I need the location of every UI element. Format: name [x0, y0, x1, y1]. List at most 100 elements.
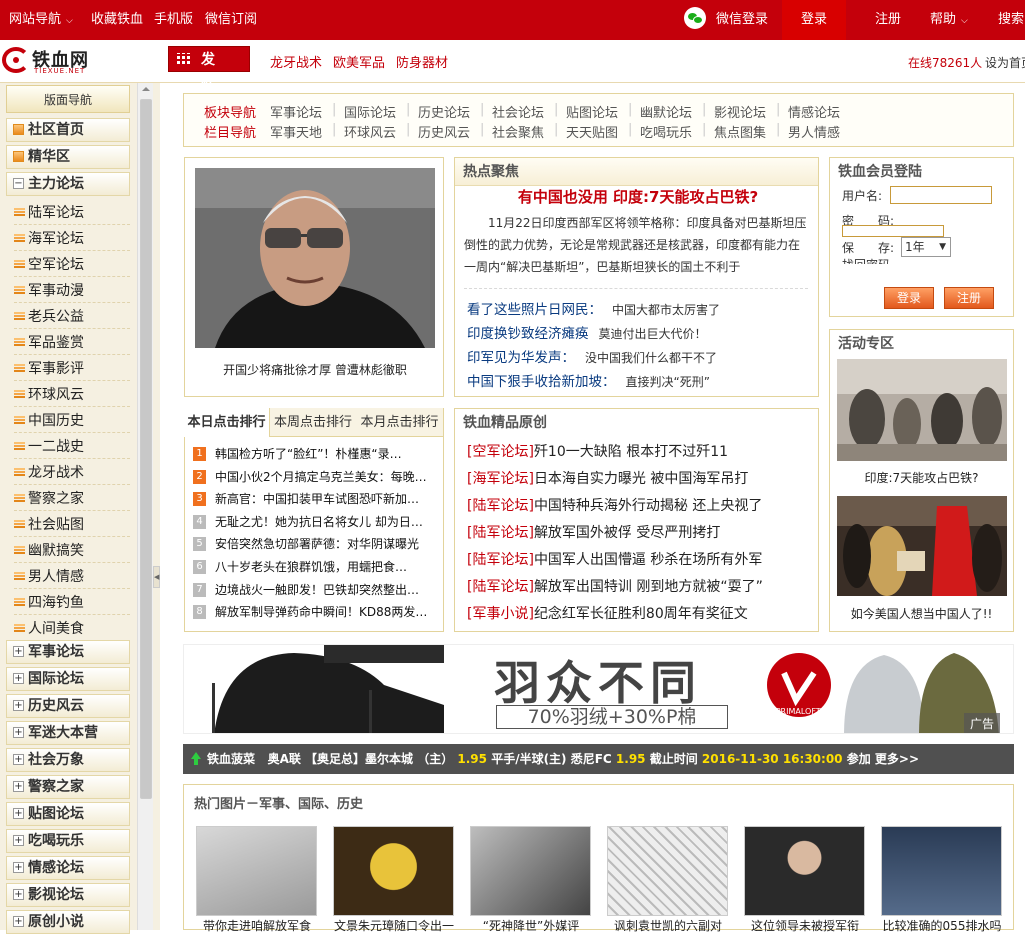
- pic-thumb-1[interactable]: [196, 826, 317, 916]
- rank-title[interactable]: 解放军制导弹药命中瞬间！KD88两发…: [215, 605, 427, 619]
- nav-link[interactable]: 情感论坛: [788, 102, 840, 121]
- sidebar-item[interactable]: 社区首页: [6, 118, 130, 142]
- rank-item[interactable]: 5 安倍突然急切部署萨德：对华阴谋曝光: [193, 534, 433, 554]
- nav-link[interactable]: 环球风云: [344, 122, 396, 141]
- sidebar-subitem[interactable]: 中国历史: [14, 409, 130, 433]
- hot-link-title[interactable]: 印军见为华发声：: [467, 350, 575, 366]
- rank-title[interactable]: 安倍突然急切部署萨德：对华阴谋曝光: [215, 537, 419, 551]
- pic-caption[interactable]: 文景朱元璋随口令出一: [329, 917, 459, 934]
- original-item[interactable]: [陆军论坛]解放军出国特训 刚到地方就被“耍了”: [467, 576, 763, 596]
- rank-item[interactable]: 1 韩国检方听了“脸红”！朴槿惠“录…: [193, 444, 433, 464]
- bookmark-link[interactable]: 收藏铁血: [91, 0, 143, 40]
- feature-photo-caption[interactable]: 开国少将痛批徐才厚 曾遭林彪徹职: [185, 361, 445, 378]
- pic-thumb-3[interactable]: [470, 826, 591, 916]
- pic-thumb-5[interactable]: [744, 826, 865, 916]
- original-tag[interactable]: [海军论坛]: [467, 471, 534, 487]
- sidebar-subitem[interactable]: 军品鉴赏: [14, 331, 130, 355]
- pic-caption[interactable]: 比较准确的055排水吗: [877, 917, 1007, 934]
- rank-item[interactable]: 8 解放军制导弹药命中瞬间！KD88两发…: [193, 602, 433, 622]
- sidebar-subitem[interactable]: 一二战史: [14, 435, 130, 459]
- nav-link[interactable]: 社会论坛: [492, 102, 544, 121]
- rank-item[interactable]: 2 中国小伙2个月搞定乌克兰美女：每晚…: [193, 467, 433, 487]
- original-title[interactable]: 中国军人出国懵逼 秒杀在场所有外军: [534, 552, 762, 568]
- sidebar-subitem[interactable]: 人间美食: [14, 617, 130, 641]
- member-register-button[interactable]: 注册: [944, 287, 994, 309]
- ticker-more-link[interactable]: 更多>>: [875, 752, 919, 766]
- original-tag[interactable]: [陆军论坛]: [467, 579, 534, 595]
- activity-photo-2[interactable]: [837, 496, 1007, 596]
- nav-link[interactable]: 社会聚焦: [492, 122, 544, 141]
- original-title[interactable]: 中国特种兵海外行动揭秘 还上央视了: [534, 498, 762, 514]
- original-tag[interactable]: [陆军论坛]: [467, 525, 534, 541]
- mobile-link[interactable]: 手机版: [154, 0, 193, 40]
- nav-link[interactable]: 国际论坛: [344, 102, 396, 121]
- sidebar-subitem[interactable]: 海军论坛: [14, 227, 130, 251]
- sidebar-item[interactable]: + 社会万象: [6, 748, 130, 772]
- rank-item[interactable]: 7 边境战火一触即发！巴铁却突然整出…: [193, 580, 433, 600]
- original-title[interactable]: 解放军出国特训 刚到地方就被“耍了”: [534, 579, 763, 595]
- sidebar-subitem[interactable]: 警察之家: [14, 487, 130, 511]
- sidebar-scrollbar[interactable]: [137, 83, 153, 930]
- original-title[interactable]: 解放军国外被俘 受尽严刑拷打: [534, 525, 720, 541]
- nav-link[interactable]: 男人情感: [788, 122, 840, 141]
- wechat-login-button[interactable]: 微信登录: [684, 0, 768, 40]
- tab-daily[interactable]: 本日点击排行: [184, 408, 270, 437]
- original-tag[interactable]: [空军论坛]: [467, 444, 534, 460]
- nav-link[interactable]: 军事天地: [270, 122, 322, 141]
- sidebar-item[interactable]: + 贴图论坛: [6, 802, 130, 826]
- sidebar-item[interactable]: + 历史风云: [6, 694, 130, 718]
- hot-focus-headline[interactable]: 有中国也没用 印度:7天能攻占巴铁?: [465, 186, 811, 207]
- hot-link-title[interactable]: 看了这些照片日网民：: [467, 302, 602, 318]
- sidebar-subitem[interactable]: 军事动漫: [14, 279, 130, 303]
- hot-link-title[interactable]: 印度换钞致经济瘫痪: [467, 326, 589, 342]
- rank-title[interactable]: 边境战火一触即发！巴铁却突然整出…: [215, 583, 419, 597]
- original-item[interactable]: [陆军论坛]中国特种兵海外行动揭秘 还上央视了: [467, 495, 762, 515]
- hot-link-subtitle[interactable]: 中国大都市太厉害了: [612, 303, 720, 317]
- sidebar-item[interactable]: + 军迷大本营: [6, 721, 130, 745]
- sidebar-item[interactable]: + 吃喝玩乐: [6, 829, 130, 853]
- scroll-up-icon[interactable]: [142, 87, 150, 91]
- hot-link[interactable]: 印度换钞致经济瘫痪 莫迪付出巨大代价！: [467, 322, 707, 342]
- activity-photo-1[interactable]: [837, 359, 1007, 461]
- help-menu[interactable]: 帮助 ⌵: [930, 0, 968, 40]
- pic-thumb-2[interactable]: [333, 826, 454, 916]
- pic-thumb-4[interactable]: [607, 826, 728, 916]
- sidebar-subitem[interactable]: 龙牙战术: [14, 461, 130, 485]
- site-nav-menu[interactable]: 网站导航 ⌵: [9, 0, 73, 40]
- sidebar-subitem[interactable]: 老兵公益: [14, 305, 130, 329]
- sidebar-item[interactable]: + 情感论坛: [6, 856, 130, 880]
- sidebar-subitem[interactable]: 男人情感: [14, 565, 130, 589]
- sidebar-subitem[interactable]: 陆军论坛: [14, 201, 130, 225]
- original-title[interactable]: 日本海自实力曝光 被中国海军吊打: [534, 471, 748, 487]
- rank-title[interactable]: 无耻之尤！她为抗日名将女儿 却为日…: [215, 515, 423, 529]
- rank-title[interactable]: 韩国检方听了“脸红”！朴槿惠“录…: [215, 447, 402, 461]
- original-tag[interactable]: [陆军论坛]: [467, 498, 534, 514]
- activity-caption-1[interactable]: 印度:7天能攻占巴铁?: [829, 469, 1014, 486]
- search-link[interactable]: 搜索: [998, 0, 1024, 40]
- original-item[interactable]: [军事小说]纪念红军长征胜利80周年有奖征文: [467, 603, 748, 623]
- sidebar-subitem[interactable]: 幽默搞笑: [14, 539, 130, 563]
- ticker-prefix[interactable]: 铁血菠菜: [207, 752, 255, 766]
- rank-item[interactable]: 6 八十岁老头在狼群饥饿，用蠕把食…: [193, 557, 433, 577]
- register-link[interactable]: 注册: [875, 0, 901, 40]
- quick-link[interactable]: 防身器材: [396, 52, 448, 71]
- hot-link-subtitle[interactable]: 没中国我们什么都干不了: [585, 351, 717, 365]
- tab-monthly[interactable]: 本月点击排行: [356, 408, 443, 437]
- ticker-join-link[interactable]: 参加: [847, 752, 875, 766]
- original-item[interactable]: [陆军论坛]解放军国外被俘 受尽严刑拷打: [467, 522, 720, 542]
- sidebar-subitem[interactable]: 社会贴图: [14, 513, 130, 537]
- nav-link[interactable]: 历史风云: [418, 122, 470, 141]
- rank-title[interactable]: 中国小伙2个月搞定乌克兰美女：每晚…: [215, 470, 427, 484]
- site-logo[interactable]: 铁血网 TIEXUE.NET: [2, 45, 102, 77]
- hot-link-subtitle[interactable]: 莫迪付出巨大代价！: [599, 327, 707, 341]
- forgot-password-link[interactable]: 找回密码: [842, 256, 890, 264]
- pic-caption[interactable]: 这位领导未被授军衔: [740, 917, 870, 934]
- activity-caption-2[interactable]: 如今美国人想当中国人了!!: [829, 605, 1014, 622]
- username-field[interactable]: [890, 186, 992, 204]
- rank-title[interactable]: 新高官：中国扣装甲车试图恐吓新加…: [215, 492, 419, 506]
- pic-thumb-6[interactable]: [881, 826, 1002, 916]
- original-item[interactable]: [陆军论坛]中国军人出国懵逼 秒杀在场所有外军: [467, 549, 762, 569]
- sidebar-subitem[interactable]: 空军论坛: [14, 253, 130, 277]
- pic-caption[interactable]: 带你走进咱解放军食: [192, 917, 322, 934]
- set-home-link[interactable]: 设为首页: [985, 54, 1025, 71]
